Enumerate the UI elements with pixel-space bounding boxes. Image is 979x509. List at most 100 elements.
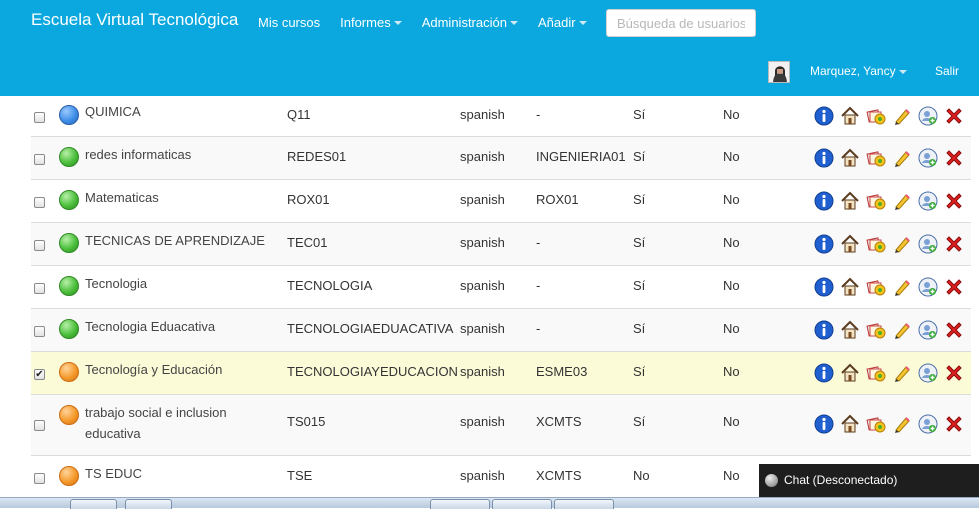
home-icon[interactable] — [840, 363, 860, 383]
course-select-checkbox[interactable] — [34, 112, 45, 123]
course-actions — [814, 234, 970, 254]
home-icon[interactable] — [840, 277, 860, 297]
course-select-checkbox[interactable] — [34, 240, 45, 251]
delete-icon[interactable] — [944, 277, 964, 297]
user-search-input[interactable] — [606, 9, 756, 37]
taskbar-app-button[interactable] — [554, 499, 614, 509]
course-select-checkbox[interactable] — [34, 154, 45, 165]
maintenance-icon[interactable] — [866, 148, 886, 168]
maintenance-icon[interactable] — [866, 234, 886, 254]
add-user-icon[interactable] — [918, 106, 938, 126]
course-name-link[interactable]: TECNICAS DE APRENDIZAJE — [85, 230, 275, 251]
user-avatar[interactable] — [768, 61, 790, 83]
menu-administration[interactable]: Administración — [422, 15, 518, 30]
course-category: XCMTS — [536, 414, 582, 429]
edit-pencil-icon[interactable] — [892, 106, 912, 126]
delete-icon[interactable] — [944, 414, 964, 434]
delete-icon[interactable] — [944, 234, 964, 254]
course-category: XCMTS — [536, 468, 582, 483]
maintenance-icon[interactable] — [866, 106, 886, 126]
taskbar-app-button[interactable] — [430, 499, 490, 509]
delete-icon[interactable] — [944, 363, 964, 383]
add-user-icon[interactable] — [918, 191, 938, 211]
delete-icon[interactable] — [944, 106, 964, 126]
home-icon[interactable] — [840, 106, 860, 126]
menu-reports[interactable]: Informes — [340, 15, 402, 30]
course-code: TS015 — [287, 414, 326, 429]
edit-pencil-icon[interactable] — [892, 148, 912, 168]
site-brand[interactable]: Escuela Virtual Tecnológica — [31, 10, 238, 30]
add-user-icon[interactable] — [918, 320, 938, 340]
maintenance-icon[interactable] — [866, 363, 886, 383]
taskbar-app-button[interactable] — [125, 499, 172, 509]
add-user-icon[interactable] — [918, 148, 938, 168]
edit-pencil-icon[interactable] — [892, 414, 912, 434]
maintenance-icon[interactable] — [866, 191, 886, 211]
course-name-link[interactable]: TS EDUC — [85, 463, 275, 484]
menu-my-courses[interactable]: Mis cursos — [258, 15, 320, 30]
home-icon[interactable] — [840, 414, 860, 434]
add-user-icon[interactable] — [918, 414, 938, 434]
course-select-checkbox[interactable] — [34, 283, 45, 294]
course-visibility: Sí — [633, 107, 646, 122]
course-subscription: No — [723, 321, 740, 336]
home-icon[interactable] — [840, 148, 860, 168]
taskbar-app-button[interactable] — [492, 499, 552, 509]
home-icon[interactable] — [840, 234, 860, 254]
edit-pencil-icon[interactable] — [892, 191, 912, 211]
course-actions — [814, 106, 970, 126]
add-user-icon[interactable] — [918, 277, 938, 297]
course-visibility: Sí — [633, 414, 646, 429]
delete-icon[interactable] — [944, 191, 964, 211]
user-menu[interactable]: Marquez, Yancy — [810, 64, 907, 78]
maintenance-icon[interactable] — [866, 320, 886, 340]
course-visibility: Sí — [633, 235, 646, 250]
add-user-icon[interactable] — [918, 234, 938, 254]
course-name-link[interactable]: Matematicas — [85, 187, 275, 208]
taskbar-app-button[interactable] — [70, 499, 117, 509]
course-select-checkbox[interactable] — [34, 197, 45, 208]
edit-pencil-icon[interactable] — [892, 277, 912, 297]
info-icon[interactable] — [814, 414, 834, 434]
home-icon[interactable] — [840, 191, 860, 211]
course-name-link[interactable]: Tecnologia — [85, 273, 275, 294]
course-status-icon — [59, 276, 79, 296]
info-icon[interactable] — [814, 363, 834, 383]
delete-icon[interactable] — [944, 320, 964, 340]
course-category: - — [536, 278, 541, 293]
logout-link[interactable]: Salir — [935, 64, 959, 78]
info-icon[interactable] — [814, 191, 834, 211]
course-category: - — [536, 235, 541, 250]
course-select-checkbox[interactable] — [34, 326, 45, 337]
chat-widget[interactable]: Chat (Desconectado) — [759, 464, 979, 497]
user-name: Marquez, Yancy — [810, 64, 896, 78]
course-row: redes informaticas REDES01 spanish INGENIER… — [31, 137, 971, 180]
info-icon[interactable] — [814, 277, 834, 297]
course-name-link[interactable]: redes informaticas — [85, 144, 275, 165]
course-select-checkbox[interactable] — [34, 473, 45, 484]
course-select-checkbox[interactable] — [34, 420, 45, 431]
maintenance-icon[interactable] — [866, 414, 886, 434]
menu-add[interactable]: Añadir — [538, 15, 587, 30]
course-name-link[interactable]: Tecnología y Educación — [85, 359, 275, 380]
course-row: trabajo social e inclusion educativa TS01… — [31, 395, 971, 456]
edit-pencil-icon[interactable] — [892, 363, 912, 383]
add-user-icon[interactable] — [918, 363, 938, 383]
info-icon[interactable] — [814, 234, 834, 254]
course-category: INGENIERIA01 — [536, 149, 626, 164]
course-row: ✔ Tecnología y Educación TECNOLOGIAYEDUCAC… — [31, 352, 971, 395]
course-name-link[interactable]: QUIMICA — [85, 101, 275, 122]
maintenance-icon[interactable] — [866, 277, 886, 297]
course-name-link[interactable]: Tecnologia Eduacativa — [85, 316, 275, 337]
info-icon[interactable] — [814, 106, 834, 126]
home-icon[interactable] — [840, 320, 860, 340]
delete-icon[interactable] — [944, 148, 964, 168]
info-icon[interactable] — [814, 148, 834, 168]
edit-pencil-icon[interactable] — [892, 234, 912, 254]
info-icon[interactable] — [814, 320, 834, 340]
course-visibility: Sí — [633, 321, 646, 336]
course-name-link[interactable]: trabajo social e inclusion educativa — [85, 402, 275, 444]
edit-pencil-icon[interactable] — [892, 320, 912, 340]
menu-reports-label: Informes — [340, 15, 391, 30]
course-select-checkbox[interactable]: ✔ — [34, 369, 45, 380]
